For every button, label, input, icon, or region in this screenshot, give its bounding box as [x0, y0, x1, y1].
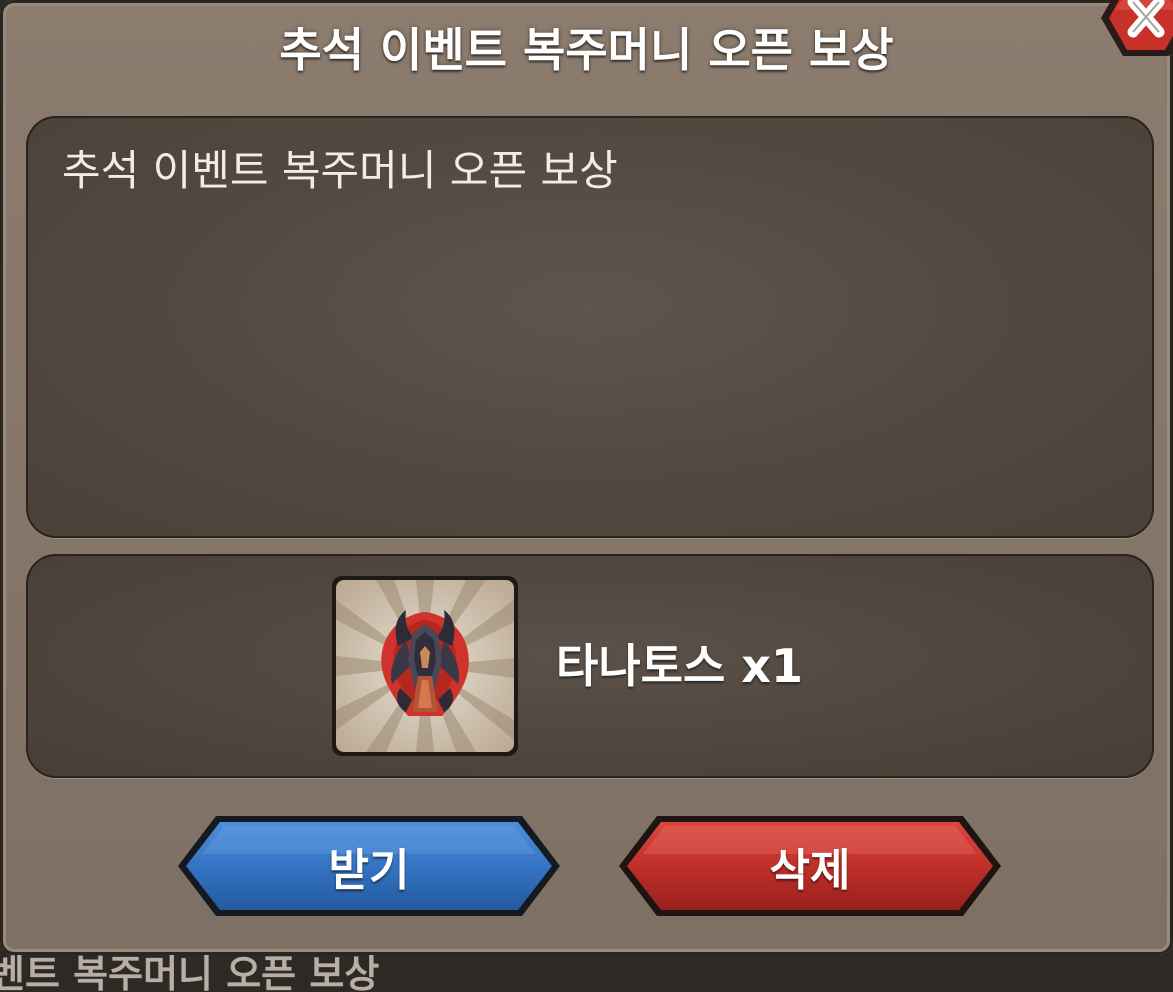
- reward-label: 타나토스 x1: [556, 639, 803, 693]
- reward-dialog: 추석 이벤트 복주머니 오픈 보상 추석 이벤트 복주머니 오픈 보상 타나토스…: [0, 0, 1173, 955]
- dialog-title: 추석 이벤트 복주머니 오픈 보상: [279, 23, 894, 77]
- message-text: 추석 이벤트 복주머니 오픈 보상: [62, 146, 618, 195]
- delete-button-label: 삭제: [769, 845, 851, 896]
- close-button[interactable]: [1097, 0, 1173, 60]
- background-list-text: 벤트 복주머니 오픈 보상: [0, 952, 380, 992]
- reward-item-slot[interactable]: [332, 576, 518, 756]
- receive-button[interactable]: 받기: [176, 814, 562, 918]
- receive-button-label: 받기: [328, 845, 410, 896]
- close-icon: [1101, 0, 1173, 56]
- thanatos-emblem-icon: [336, 580, 514, 752]
- message-panel: 추석 이벤트 복주머니 오픈 보상: [26, 116, 1154, 538]
- reward-panel: 타나토스 x1: [26, 554, 1154, 778]
- delete-button[interactable]: 삭제: [617, 814, 1003, 918]
